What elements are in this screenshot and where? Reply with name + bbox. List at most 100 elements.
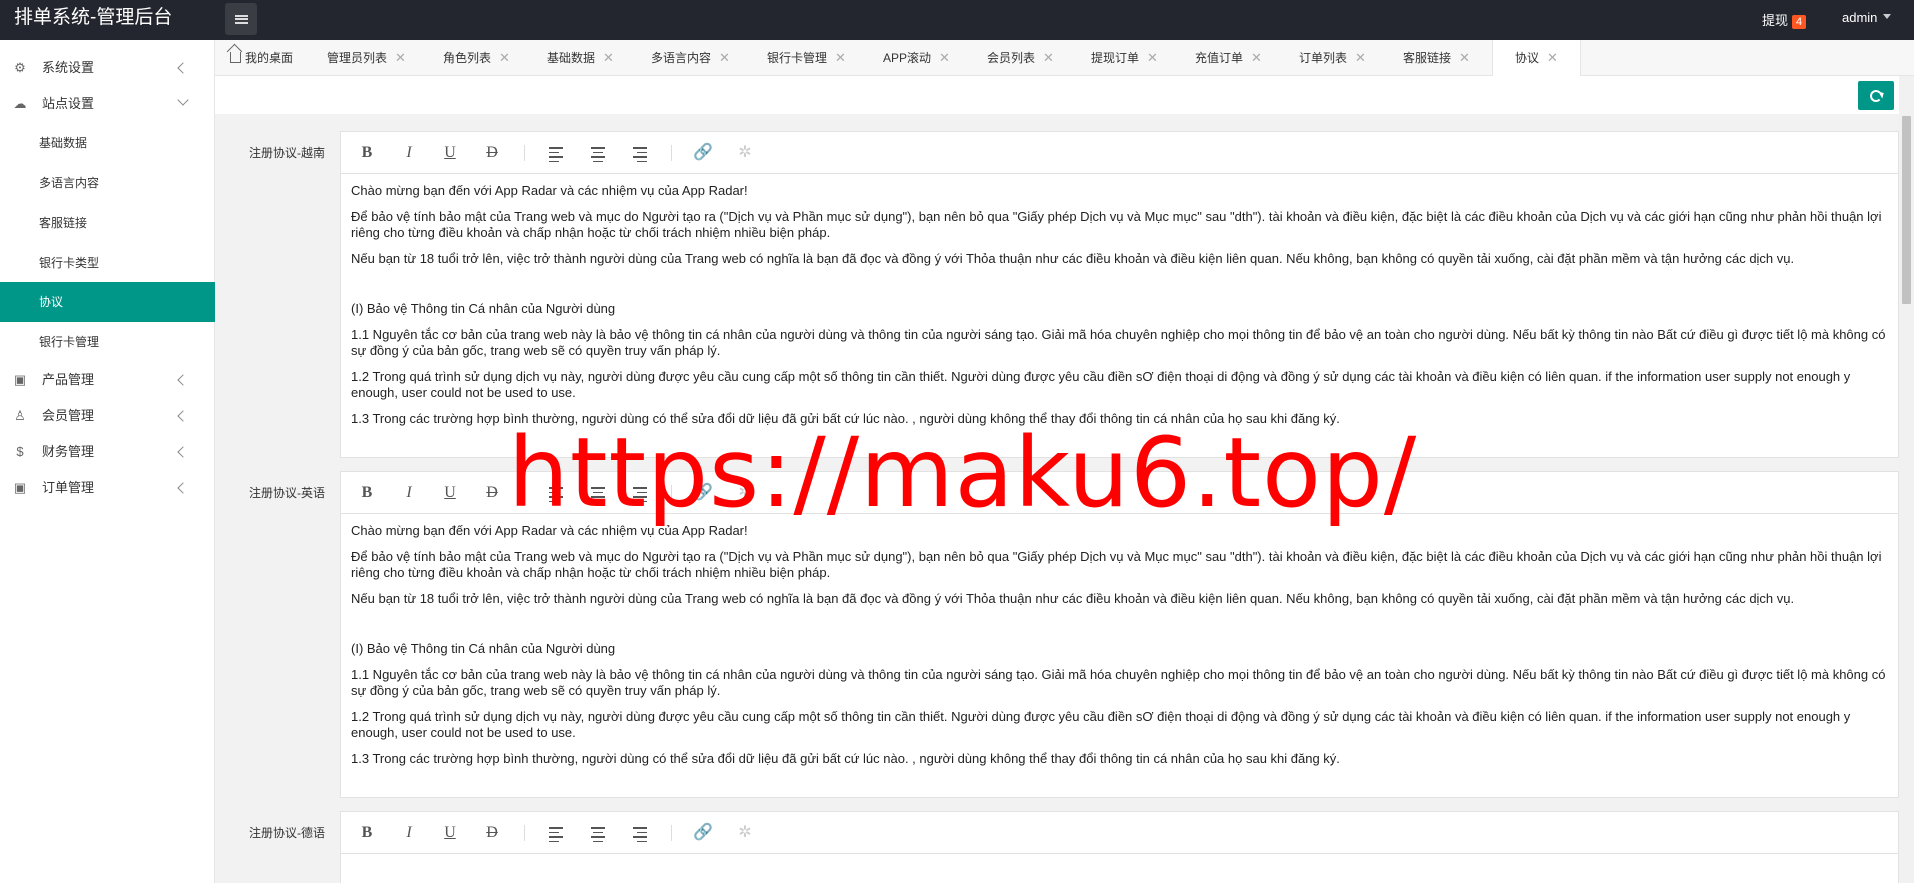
close-icon[interactable]: ✕: [719, 50, 730, 65]
tab-label: 充值订单: [1195, 51, 1244, 65]
strikethrough-button[interactable]: D: [482, 824, 502, 842]
align-center-button[interactable]: [588, 144, 608, 162]
close-icon[interactable]: ✕: [1043, 50, 1054, 65]
dollar-icon: $: [16, 444, 24, 459]
italic-button[interactable]: I: [399, 144, 419, 162]
tab-recharge-orders[interactable]: 充值订单 ✕: [1195, 40, 1262, 76]
close-icon[interactable]: ✕: [603, 50, 614, 65]
toolbar-divider: [671, 825, 672, 841]
strikethrough-button[interactable]: D: [482, 144, 502, 162]
sidebar-item-support-link[interactable]: 客服链接: [0, 203, 215, 243]
sidebar-group-orders[interactable]: ▣ 订单管理: [0, 470, 215, 506]
align-left-button[interactable]: [546, 144, 566, 162]
close-icon[interactable]: ✕: [939, 50, 950, 65]
tab-my-desktop[interactable]: 我的桌面: [230, 40, 293, 76]
link-icon[interactable]: 🔗: [693, 824, 713, 842]
tab-order-list[interactable]: 订单列表 ✕: [1299, 40, 1366, 76]
editor-paragraph: Để bảo vệ tính bảo mật của Trang web và …: [351, 208, 1882, 241]
user-icon: ♙: [14, 408, 26, 423]
chevron-left-icon: [177, 62, 189, 74]
close-icon[interactable]: ✕: [499, 50, 510, 65]
close-icon[interactable]: ✕: [1547, 50, 1558, 65]
tab-label: 银行卡管理: [767, 51, 828, 65]
hamburger-icon: [234, 14, 248, 24]
close-icon[interactable]: ✕: [1251, 50, 1262, 65]
editor-paragraph: 1.1 Nguyên tắc cơ bản của trang web này …: [351, 326, 1886, 359]
sidebar-item-bank-card-mgmt[interactable]: 银行卡管理: [0, 322, 215, 362]
sidebar-group-label: 站点设置: [42, 96, 95, 111]
top-header: 排单系统-管理后台 提现 4 admin: [0, 0, 1914, 40]
close-icon[interactable]: ✕: [1147, 50, 1158, 65]
sidebar-group-system-settings[interactable]: ⚙ 系统设置: [0, 50, 215, 86]
underline-button[interactable]: U: [440, 144, 460, 162]
sidebar-group-label: 订单管理: [42, 480, 95, 495]
user-name: admin: [1842, 10, 1878, 25]
bold-button[interactable]: B: [357, 144, 377, 162]
field-label-german: 注册协议-德语: [249, 826, 325, 840]
tab-label: 管理员列表: [327, 51, 388, 65]
bold-button[interactable]: B: [357, 824, 377, 842]
strikethrough-button[interactable]: D: [482, 484, 502, 502]
align-left-button[interactable]: [546, 824, 566, 842]
close-icon[interactable]: ✕: [395, 50, 406, 65]
editor-paragraph: 1.2 Trong quá trình sử dụng dịch vụ này,…: [351, 708, 1851, 741]
sidebar-group-site-settings[interactable]: ☁ 站点设置: [0, 86, 215, 122]
sidebar-group-products[interactable]: ▣ 产品管理: [0, 362, 215, 398]
tab-bank-card-mgmt[interactable]: 银行卡管理 ✕: [767, 40, 846, 76]
tab-label: 协议: [1515, 51, 1540, 65]
tab-label: 多语言内容: [651, 51, 712, 65]
close-icon[interactable]: ✕: [1355, 50, 1366, 65]
align-right-button[interactable]: [630, 824, 650, 842]
tab-app-scroll[interactable]: APP滚动 ✕: [883, 40, 950, 76]
tab-multilang[interactable]: 多语言内容 ✕: [651, 40, 730, 76]
editor-toolbar: B I U D 🔗 ✲: [341, 132, 1898, 174]
sidebar-item-bank-card-type[interactable]: 银行卡类型: [0, 243, 215, 283]
tab-admin-list[interactable]: 管理员列表 ✕: [327, 40, 406, 76]
close-icon[interactable]: ✕: [835, 50, 846, 65]
watermark-text: https://maku6.top/: [508, 417, 1418, 529]
tab-withdraw-orders[interactable]: 提现订单 ✕: [1091, 40, 1158, 76]
align-right-button[interactable]: [630, 144, 650, 162]
caret-down-icon: [1883, 14, 1892, 19]
tab-basic-data[interactable]: 基础数据 ✕: [547, 40, 614, 76]
align-center-button[interactable]: [588, 824, 608, 842]
scrollbar-thumb[interactable]: [1902, 116, 1911, 304]
refresh-button[interactable]: [1858, 81, 1894, 110]
app-title: 排单系统-管理后台: [14, 7, 173, 28]
home-icon: [230, 52, 241, 63]
tab-support-link[interactable]: 客服链接 ✕: [1403, 40, 1470, 76]
unlink-icon[interactable]: ✲: [735, 824, 755, 842]
sidebar-item-agreement[interactable]: 协议: [0, 282, 215, 322]
italic-button[interactable]: I: [399, 484, 419, 502]
close-icon[interactable]: ✕: [1459, 50, 1470, 65]
gear-icon: ⚙: [14, 60, 26, 75]
withdraw-link[interactable]: 提现 4: [1762, 10, 1807, 29]
sidebar-item-multilang[interactable]: 多语言内容: [0, 163, 215, 203]
box-icon: ▣: [13, 372, 27, 387]
sidebar-group-label: 系统设置: [42, 60, 95, 75]
bold-button[interactable]: B: [357, 484, 377, 502]
sidebar-group-members[interactable]: ♙ 会员管理: [0, 398, 215, 434]
link-icon[interactable]: 🔗: [693, 144, 713, 162]
tab-agreement[interactable]: 协议 ✕: [1492, 40, 1581, 76]
underline-button[interactable]: U: [440, 824, 460, 842]
rich-editor-german[interactable]: B I U D 🔗 ✲: [340, 811, 1899, 883]
chevron-left-icon: [177, 446, 189, 458]
editor-paragraph: Để bảo vệ tính bảo mật của Trang web và …: [351, 548, 1882, 581]
underline-button[interactable]: U: [440, 484, 460, 502]
editor-content[interactable]: Chào mừng bạn đến với App Radar và các n…: [341, 514, 1898, 797]
sidebar-group-label: 会员管理: [42, 408, 95, 423]
sidebar-item-basic-data[interactable]: 基础数据: [0, 123, 215, 163]
unlink-icon[interactable]: ✲: [735, 144, 755, 162]
editor-paragraph: (I) Bảo vệ Thông tin Cá nhân của Người d…: [351, 641, 616, 656]
rich-editor-vietnam[interactable]: B I U D 🔗 ✲ Chào mừng bạn đến với App Ra…: [340, 131, 1899, 458]
italic-button[interactable]: I: [399, 824, 419, 842]
menu-toggle-button[interactable]: [225, 3, 257, 35]
user-menu[interactable]: admin: [1842, 10, 1892, 25]
tab-label: 提现订单: [1091, 51, 1140, 65]
tab-role-list[interactable]: 角色列表 ✕: [443, 40, 510, 76]
editor-paragraph: 1.2 Trong quá trình sử dụng dịch vụ này,…: [351, 368, 1851, 401]
sidebar-group-finance[interactable]: $ 财务管理: [0, 434, 215, 470]
tab-member-list[interactable]: 会员列表 ✕: [987, 40, 1054, 76]
tab-bar: 我的桌面 管理员列表 ✕ 角色列表 ✕ 基础数据 ✕ 多语言内容 ✕ 银行卡管理 ✕ AP…: [215, 40, 1914, 76]
